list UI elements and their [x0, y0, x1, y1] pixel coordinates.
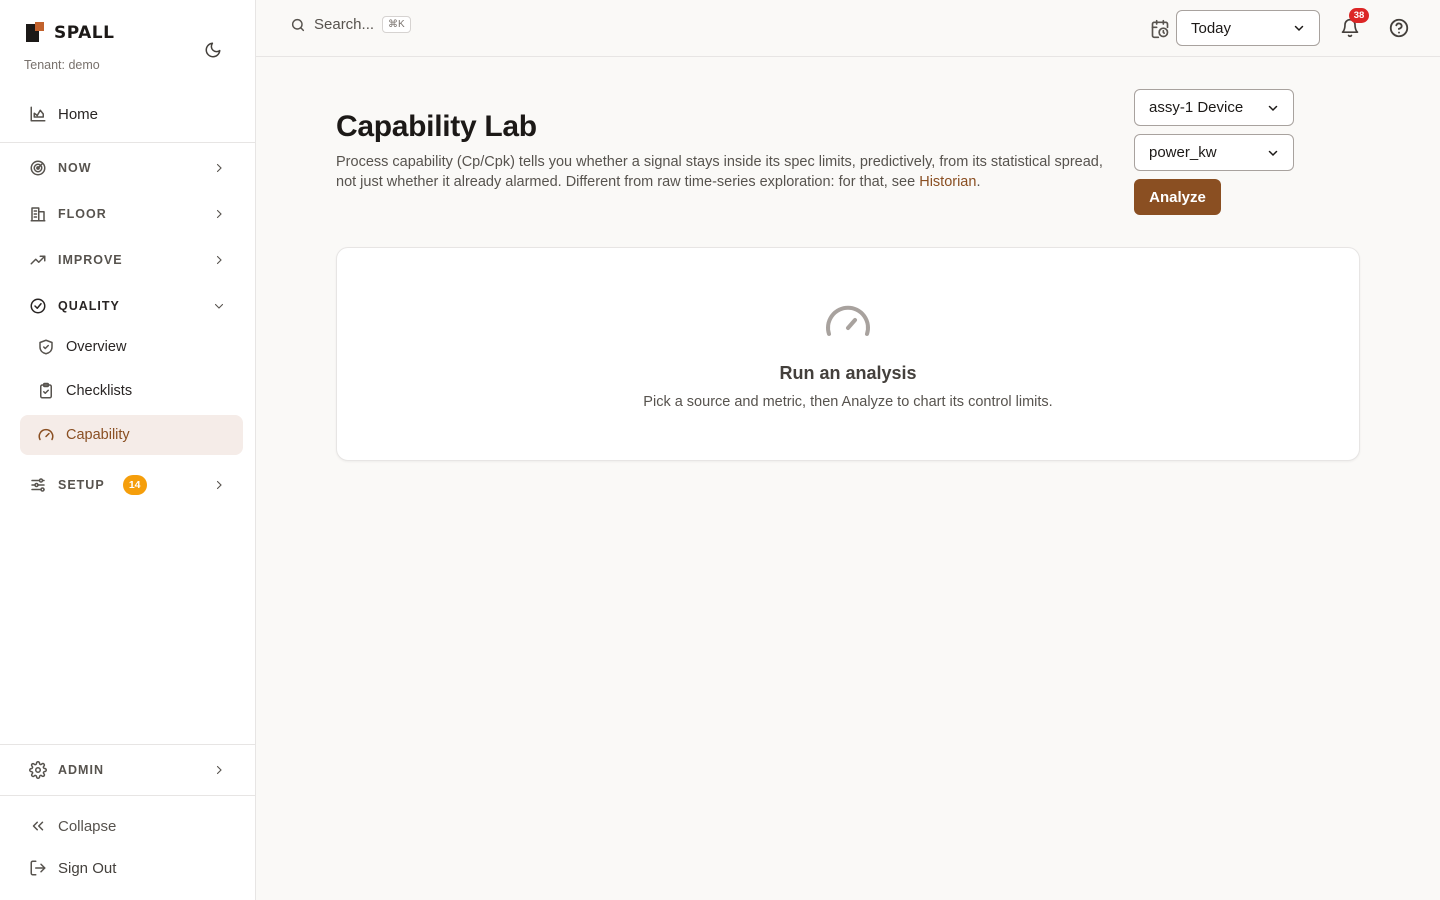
page-title: Capability Lab	[336, 110, 537, 143]
gear-icon	[28, 760, 48, 780]
clipboard-check-icon	[36, 381, 56, 401]
chevron-down-icon	[214, 303, 224, 309]
sidebar-item-label: Capability	[66, 427, 130, 443]
sidebar-section-quality[interactable]: QUALITY	[20, 286, 243, 326]
empty-state-subtitle: Pick a source and metric, then Analyze t…	[643, 394, 1053, 410]
sidebar-item-label: Overview	[66, 339, 127, 355]
search-icon	[291, 18, 305, 31]
search-shortcut: ⌘K	[382, 16, 411, 33]
sign-out-label: Sign Out	[58, 859, 117, 877]
sidebar-section-admin[interactable]: ADMIN	[20, 750, 243, 790]
historian-link[interactable]: Historian	[919, 174, 976, 190]
chevron-right-icon	[216, 480, 222, 490]
analyze-button[interactable]: Analyze	[1134, 179, 1221, 215]
empty-state-card: Run an analysis Pick a source and metric…	[336, 247, 1360, 461]
section-label: FLOOR	[58, 207, 107, 221]
chevron-down-icon	[1294, 25, 1304, 32]
shield-check-icon	[36, 337, 56, 357]
sidebar-item-label: Home	[58, 105, 99, 123]
sidebar-section-now[interactable]: NOW	[20, 148, 243, 188]
top-bar: Search... ⌘K Today 38	[256, 0, 1440, 57]
notification-count-badge: 38	[1349, 8, 1369, 23]
divider	[0, 795, 255, 796]
metric-select-value: power_kw	[1149, 144, 1217, 161]
description-end: .	[976, 174, 981, 190]
chevron-right-icon	[216, 163, 222, 173]
chevron-right-icon	[216, 765, 222, 775]
chevron-right-icon	[216, 209, 222, 219]
sidebar-item-home[interactable]: Home	[20, 94, 243, 134]
check-circle-icon	[28, 296, 48, 316]
tenant-label: Tenant: demo	[24, 58, 100, 72]
source-select-value: assy-1 Device	[1149, 99, 1244, 116]
help-circle-icon[interactable]	[1388, 17, 1410, 39]
chevron-right-icon	[216, 255, 222, 265]
section-label: IMPROVE	[58, 253, 123, 267]
section-label: QUALITY	[58, 299, 120, 313]
page-description: Process capability (Cp/Cpk) tells you wh…	[336, 152, 1106, 192]
logo-icon	[24, 22, 46, 44]
brand-name: SPALL	[54, 23, 115, 43]
divider	[0, 744, 255, 745]
search-placeholder: Search...	[314, 16, 375, 33]
chart-area-icon	[28, 104, 48, 124]
setup-count-badge: 14	[122, 475, 147, 495]
description-text: Process capability (Cp/Cpk) tells you wh…	[336, 154, 1103, 190]
radar-icon	[28, 158, 48, 178]
brand-logo[interactable]: SPALL	[24, 22, 114, 44]
sliders-icon	[28, 475, 48, 495]
date-range-value: Today	[1191, 19, 1232, 37]
collapse-button[interactable]: Collapse	[20, 806, 243, 846]
sign-out-button[interactable]: Sign Out	[20, 848, 243, 888]
sidebar-item-label: Checklists	[66, 383, 133, 399]
divider	[0, 142, 255, 143]
gauge-icon	[826, 305, 870, 336]
date-range-select[interactable]: Today	[1176, 10, 1320, 46]
empty-state-title: Run an analysis	[779, 363, 917, 383]
sidebar-item-capability[interactable]: Capability	[20, 415, 243, 455]
search-input[interactable]: Search... ⌘K	[290, 16, 411, 33]
source-select[interactable]: assy-1 Device	[1134, 89, 1294, 126]
log-out-icon	[28, 858, 48, 878]
sidebar-item-overview[interactable]: Overview	[20, 327, 243, 367]
gauge-icon	[36, 425, 56, 445]
theme-toggle-button[interactable]	[200, 37, 226, 63]
sidebar-item-checklists[interactable]: Checklists	[20, 371, 243, 411]
sidebar-section-improve[interactable]: IMPROVE	[20, 240, 243, 280]
factory-icon	[28, 204, 48, 224]
section-label: ADMIN	[58, 763, 104, 777]
collapse-label: Collapse	[58, 817, 117, 835]
sidebar-section-setup[interactable]: SETUP 14	[20, 465, 243, 505]
section-label: NOW	[58, 161, 92, 175]
moon-icon	[205, 42, 221, 58]
sidebar-section-floor[interactable]: FLOOR	[20, 194, 243, 234]
sidebar: SPALL Tenant: demo Home NOW FLOOR IMPROV…	[0, 0, 256, 900]
chevrons-left-icon	[28, 816, 48, 836]
chevron-down-icon	[1268, 105, 1278, 111]
section-label: SETUP	[58, 478, 105, 492]
metric-select[interactable]: power_kw	[1134, 134, 1294, 171]
trending-up-icon	[28, 250, 48, 270]
calendar-clock-icon	[1151, 19, 1169, 39]
chevron-down-icon	[1268, 150, 1278, 156]
